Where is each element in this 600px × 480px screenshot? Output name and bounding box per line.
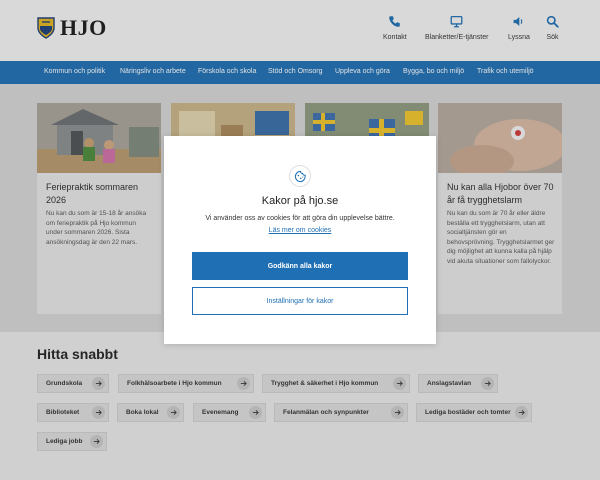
accept-all-cookies-button[interactable]: Godkänn alla kakor [192, 252, 408, 280]
cookie-icon [289, 165, 311, 187]
cookie-consent-dialog: Kakor på hjo.se Vi använder oss av cooki… [164, 136, 436, 344]
cookie-settings-button[interactable]: Inställningar för kakor [192, 287, 408, 315]
cookie-dialog-description: Vi använder oss av cookies för att göra … [205, 215, 395, 222]
read-more-cookies-link[interactable]: Läs mer om cookies [164, 227, 436, 234]
cookie-dialog-title: Kakor på hjo.se [261, 195, 339, 207]
